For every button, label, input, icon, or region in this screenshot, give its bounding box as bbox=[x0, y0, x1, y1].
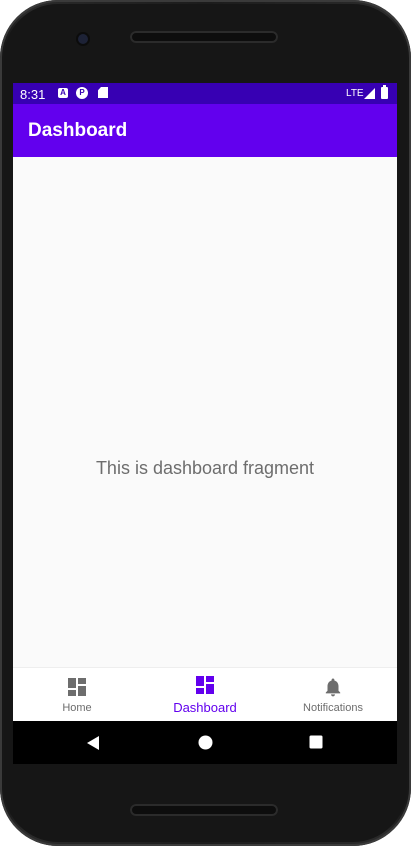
battery-icon bbox=[381, 85, 388, 99]
home-circle-icon[interactable] bbox=[198, 735, 213, 750]
sd-card-icon bbox=[98, 87, 108, 98]
network-type: LTE bbox=[346, 88, 364, 99]
front-camera bbox=[78, 34, 88, 44]
status-bar: 8:31 A P LTE bbox=[13, 83, 397, 104]
nav-item-notifications[interactable]: Notifications bbox=[269, 668, 397, 722]
top-speaker bbox=[130, 31, 278, 43]
dashboard-grid-icon bbox=[68, 678, 86, 696]
accessibility-a-icon: A bbox=[58, 88, 68, 98]
overview-square-icon[interactable] bbox=[309, 735, 323, 749]
system-navigation-bar bbox=[13, 721, 397, 764]
nav-label-dashboard: Dashboard bbox=[173, 700, 237, 715]
status-time: 8:31 bbox=[20, 87, 46, 102]
screen: 8:31 A P LTE Dashboard This is dashboard… bbox=[13, 83, 397, 764]
bottom-navigation: Home Dashboard Notifications bbox=[13, 667, 397, 722]
app-bar: Dashboard bbox=[13, 104, 397, 157]
p-badge-icon: P bbox=[76, 87, 88, 99]
back-icon[interactable] bbox=[86, 735, 100, 751]
signal-icon bbox=[364, 88, 375, 99]
nav-item-dashboard[interactable]: Dashboard bbox=[141, 668, 269, 722]
bottom-speaker bbox=[130, 804, 278, 816]
page-title: Dashboard bbox=[28, 120, 128, 141]
dashboard-grid-icon bbox=[196, 676, 214, 694]
nav-label-notifications: Notifications bbox=[303, 702, 363, 714]
nav-label-home: Home bbox=[62, 702, 92, 714]
fragment-text: This is dashboard fragment bbox=[95, 458, 315, 478]
bell-icon bbox=[325, 678, 341, 697]
phone-frame: 8:31 A P LTE Dashboard This is dashboard… bbox=[0, 0, 411, 846]
nav-item-home[interactable]: Home bbox=[13, 668, 141, 722]
